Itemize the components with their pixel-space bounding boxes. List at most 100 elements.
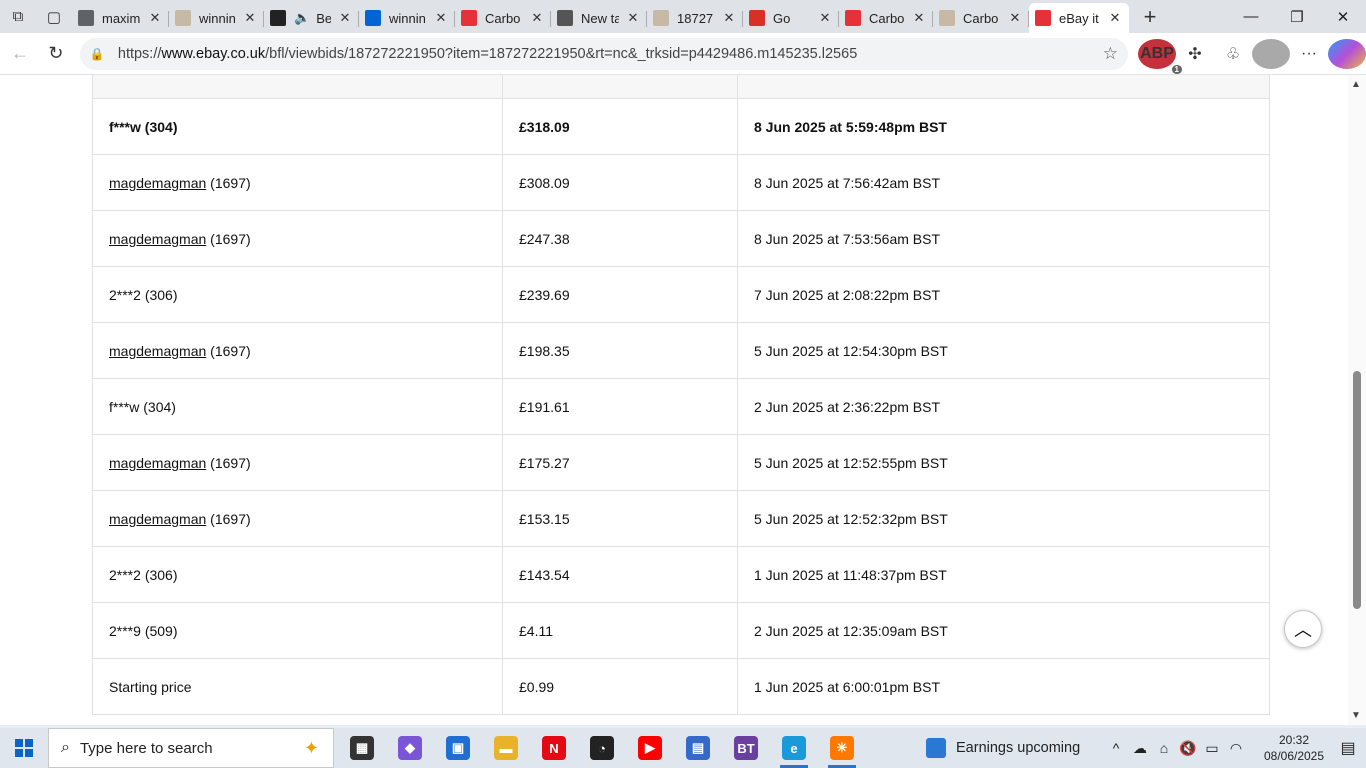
table-row: 2***2 (306) £239.69 7 Jun 2025 at 2:08:22p…: [92, 266, 1270, 323]
tab-close-icon[interactable]: ✕: [1107, 10, 1123, 26]
taskbar-app-task-view[interactable]: ▦: [338, 728, 386, 768]
bid-time: 1 Jun 2025 at 11:48:37pm BST: [737, 546, 1270, 603]
favorite-star-icon[interactable]: ☆: [1103, 44, 1118, 64]
bidder-link[interactable]: magdemagman: [109, 511, 206, 527]
tab-close-icon[interactable]: ✕: [625, 10, 641, 26]
table-row: magdemagman (1697) £175.27 5 Jun 2025 at 1…: [92, 434, 1270, 491]
tab-close-icon[interactable]: ✕: [337, 10, 353, 26]
bt-app-icon: BT: [734, 736, 758, 760]
bid-time: 7 Jun 2025 at 2:08:22pm BST: [737, 266, 1270, 323]
bid-amount: £143.54: [502, 546, 738, 603]
clock[interactable]: 20:32 08/06/2025: [1258, 732, 1330, 764]
taskbar-app-avast[interactable]: ✳: [818, 728, 866, 768]
browser-tab[interactable]: winnin ✕: [169, 3, 264, 33]
browser-tab[interactable]: Go ✕: [743, 3, 839, 33]
bidder-cell: 2***9 (509): [92, 602, 503, 659]
ebay-icon: [365, 10, 381, 26]
address-bar[interactable]: 🔒 https://www.ebay.co.uk/bfl/viewbids/18…: [79, 37, 1128, 70]
windows-logo-icon: [15, 739, 33, 757]
battery-icon[interactable]: ▭: [1200, 740, 1224, 757]
start-button[interactable]: [0, 739, 48, 757]
tab-close-icon[interactable]: ✕: [433, 10, 449, 26]
browser-tab[interactable]: maxim ✕: [72, 3, 169, 33]
browser-tab[interactable]: 18727 ✕: [647, 3, 743, 33]
tab-close-icon[interactable]: ✕: [147, 10, 163, 26]
new-tab-button[interactable]: +: [1135, 4, 1165, 30]
vertical-scrollbar[interactable]: ▲ ▼: [1348, 75, 1366, 725]
bidder-link[interactable]: magdemagman: [109, 231, 206, 247]
scrollbar-thumb[interactable]: [1353, 371, 1361, 609]
lock-icon[interactable]: 🔒: [90, 47, 108, 61]
extensions-area: ABP 1 ✣ ♧ ···: [1138, 38, 1366, 74]
feedback-score: (509): [144, 622, 178, 639]
taskbar-app-store[interactable]: ▣: [434, 728, 482, 768]
bidder-link[interactable]: magdemagman: [109, 343, 206, 359]
wifi-icon[interactable]: ◠: [1224, 740, 1248, 757]
copilot-icon[interactable]: [1328, 38, 1366, 69]
widget-text: Earnings upcoming: [956, 740, 1081, 756]
taskbar-search-box[interactable]: ⌕ Type here to search ✦: [48, 728, 334, 768]
taskbar-app-edge[interactable]: e: [770, 728, 818, 768]
workspaces-icon[interactable]: ⧉: [0, 0, 36, 33]
tab-close-icon[interactable]: ✕: [529, 10, 545, 26]
back-arrow-icon[interactable]: ←: [2, 37, 38, 71]
tab-title: New ta: [581, 10, 619, 26]
cloud-icon[interactable]: ☁: [1128, 740, 1152, 757]
browser-tab[interactable]: 🔈 Be ✕: [264, 3, 359, 33]
scroll-down-icon[interactable]: ▼: [1351, 710, 1361, 721]
browser-tab[interactable]: Carbo ✕: [839, 3, 933, 33]
news-widget[interactable]: Earnings upcoming: [926, 738, 1080, 758]
url-text[interactable]: https://www.ebay.co.uk/bfl/viewbids/1872…: [118, 46, 1103, 62]
tab-close-icon[interactable]: ✕: [721, 10, 737, 26]
vertical-tabs-icon[interactable]: ▢: [36, 0, 72, 33]
browser-tab[interactable]: Carbo ✕: [933, 3, 1029, 33]
close-window-icon[interactable]: ✕: [1320, 8, 1366, 26]
bidder-link[interactable]: magdemagman: [109, 455, 206, 471]
extensions-puzzle-icon[interactable]: ✣: [1176, 39, 1214, 69]
restore-icon[interactable]: ❐: [1274, 8, 1320, 26]
taskbar-app-copilot[interactable]: ◆: [386, 728, 434, 768]
refresh-icon[interactable]: ↻: [38, 37, 74, 71]
starting-price-time: 1 Jun 2025 at 6:00:01pm BST: [737, 658, 1270, 715]
tab-close-icon[interactable]: ✕: [817, 10, 833, 26]
tab-close-icon[interactable]: ✕: [1007, 10, 1023, 26]
bidder-link[interactable]: magdemagman: [109, 175, 206, 191]
minimize-icon[interactable]: —: [1228, 8, 1274, 26]
scroll-up-icon[interactable]: ▲: [1351, 79, 1361, 90]
adblock-extension[interactable]: ABP 1: [1138, 38, 1182, 74]
bid-amount: £239.69: [502, 266, 738, 323]
url-host: www.ebay.co.uk: [161, 45, 266, 62]
sparkle-icon: ✦: [303, 737, 319, 758]
profile-avatar[interactable]: [1252, 38, 1290, 69]
taskbar-app-file-explorer[interactable]: ▬: [482, 728, 530, 768]
tab-close-icon[interactable]: ✕: [911, 10, 927, 26]
browser-tab[interactable]: Carbo ✕: [455, 3, 551, 33]
taskbar-apps: ▦ ◆ ▣ ▬ N ◔ ▶ ▤ BT e ✳: [338, 728, 866, 768]
taskbar-app-speedtest[interactable]: ◔: [578, 728, 626, 768]
task-view-icon: ▦: [350, 736, 374, 760]
taskbar-app-youtube[interactable]: ▶: [626, 728, 674, 768]
tab-title: Be: [316, 10, 331, 26]
taskbar-app-shopping-bag[interactable]: ▤: [674, 728, 722, 768]
bidder-cell: f***w (304): [92, 98, 503, 155]
taskbar-app-netflix[interactable]: N: [530, 728, 578, 768]
more-menu-icon[interactable]: ···: [1290, 39, 1328, 69]
browser-tab[interactable]: eBay it ✕: [1029, 3, 1129, 33]
show-hidden-icons-chevron[interactable]: ^: [1104, 740, 1128, 756]
back-to-top-button[interactable]: ︿: [1284, 610, 1322, 648]
browser-tab[interactable]: winnin ✕: [359, 3, 455, 33]
bid-amount: £153.15: [502, 490, 738, 547]
tab-title: winnin: [389, 10, 426, 26]
panda-icon: [270, 10, 286, 26]
tab-close-icon[interactable]: ✕: [242, 10, 258, 26]
notifications-icon[interactable]: ▤: [1330, 738, 1366, 758]
bidder-cell: magdemagman (1697): [92, 154, 503, 211]
taskbar-app-bt-app[interactable]: BT: [722, 728, 770, 768]
clock-date: 08/06/2025: [1263, 749, 1325, 763]
performance-icon[interactable]: ♧: [1214, 39, 1252, 69]
tab-list: maxim ✕ winnin ✕ 🔈 Be ✕ winnin ✕ Carbo ✕ New ta ✕ 187…: [72, 0, 1129, 33]
speaker-muted-icon[interactable]: 🔇: [1176, 740, 1200, 757]
browser-tab[interactable]: New ta ✕: [551, 3, 647, 33]
tab-audio-icon[interactable]: 🔈: [294, 10, 310, 26]
network-icon[interactable]: ⌂: [1152, 740, 1176, 756]
